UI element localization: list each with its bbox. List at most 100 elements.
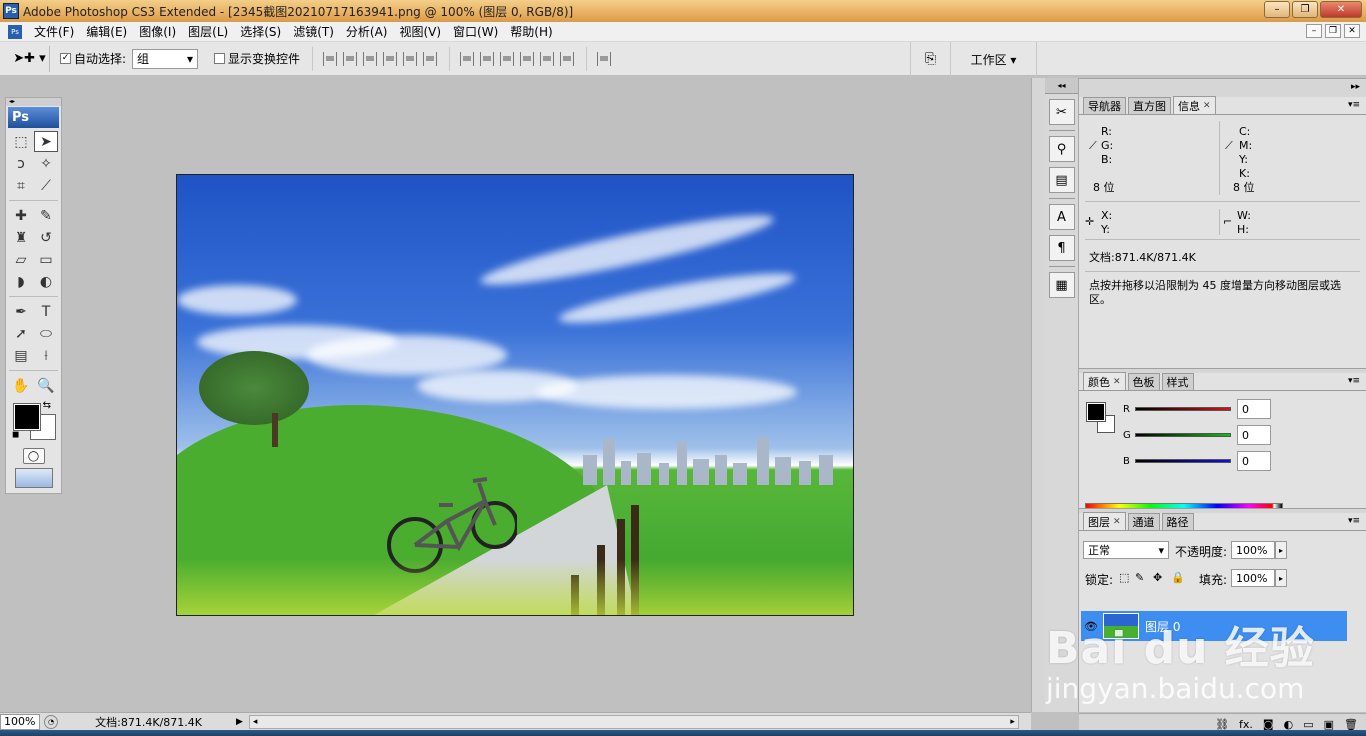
lock-transparent-icon[interactable]: ⬚ bbox=[1119, 571, 1129, 584]
history-brush-icon[interactable]: ↺ bbox=[34, 227, 58, 248]
panel-expand-icon[interactable]: ▸▸ bbox=[1351, 82, 1360, 92]
document-icon[interactable]: Ps bbox=[8, 24, 22, 39]
marquee-icon[interactable]: ⬚ bbox=[9, 131, 33, 152]
status-icon[interactable]: ◔ bbox=[44, 714, 58, 729]
fill-arrow-button[interactable]: ▸ bbox=[1275, 569, 1287, 587]
panel-menu-icon[interactable]: ▾≡ bbox=[1348, 376, 1360, 386]
paragraph-icon[interactable]: ¶ bbox=[1048, 235, 1075, 261]
tab-channels[interactable]: 通道 bbox=[1127, 513, 1160, 530]
menu-layer[interactable]: 图层(L) bbox=[182, 23, 234, 40]
layer-name[interactable]: 图层 0 bbox=[1145, 618, 1180, 635]
tab-paths[interactable]: 路径 bbox=[1161, 513, 1194, 530]
close-tab-icon[interactable]: ✕ bbox=[1113, 517, 1121, 527]
doc-close-button[interactable]: ✕ bbox=[1344, 24, 1360, 38]
menu-file[interactable]: 文件(F) bbox=[28, 23, 80, 40]
close-button[interactable]: ✕ bbox=[1320, 1, 1362, 18]
maximize-button[interactable]: ❐ bbox=[1292, 1, 1318, 18]
clone-source-icon[interactable]: ▤ bbox=[1048, 167, 1075, 193]
red-slider[interactable]: R 0 bbox=[1123, 399, 1271, 419]
tab-histogram[interactable]: 直方图 bbox=[1128, 97, 1171, 114]
close-tab-icon[interactable]: ✕ bbox=[1203, 101, 1211, 111]
distribute-top-icon[interactable] bbox=[460, 51, 475, 66]
menu-filter[interactable]: 滤镜(T) bbox=[287, 23, 340, 40]
foreground-color-swatch[interactable] bbox=[1086, 402, 1106, 422]
opacity-arrow-button[interactable]: ▸ bbox=[1275, 541, 1287, 559]
menu-window[interactable]: 窗口(W) bbox=[447, 23, 504, 40]
zoom-field[interactable]: 100% bbox=[0, 713, 40, 730]
scroll-left-icon[interactable]: ◂ bbox=[253, 717, 258, 727]
green-slider[interactable]: G 0 bbox=[1123, 425, 1271, 445]
auto-select-option[interactable]: ✓ 自动选择: bbox=[60, 50, 126, 67]
brushes-icon[interactable]: ⚲ bbox=[1048, 136, 1075, 162]
bridge-icon[interactable]: ⎘ bbox=[910, 42, 950, 76]
dock-collapse-icon[interactable]: ◂◂ bbox=[1045, 78, 1078, 94]
tab-styles[interactable]: 样式 bbox=[1161, 373, 1194, 390]
red-gradient-bar[interactable] bbox=[1135, 407, 1231, 411]
scroll-right-icon[interactable]: ▸ bbox=[1010, 717, 1015, 727]
toolbox-grip[interactable]: ◂▸ bbox=[6, 98, 61, 106]
menu-edit[interactable]: 编辑(E) bbox=[80, 23, 133, 40]
hand-icon[interactable]: ✋ bbox=[9, 375, 33, 396]
menu-analysis[interactable]: 分析(A) bbox=[340, 23, 394, 40]
distribute-vcenter-icon[interactable] bbox=[480, 51, 495, 66]
auto-align-icon[interactable] bbox=[597, 51, 612, 66]
type-icon[interactable]: T bbox=[34, 301, 58, 322]
brush-icon[interactable]: ✎ bbox=[34, 205, 58, 226]
auto-select-dropdown[interactable]: 组 ▾ bbox=[132, 48, 199, 69]
red-value-input[interactable]: 0 bbox=[1237, 399, 1271, 419]
distribute-right-icon[interactable] bbox=[560, 51, 575, 66]
auto-select-checkbox[interactable]: ✓ bbox=[60, 53, 71, 64]
status-menu-arrow-icon[interactable]: ▶ bbox=[236, 717, 243, 727]
healing-icon[interactable]: ✚ bbox=[9, 205, 33, 226]
toolbox-logo[interactable]: Ps bbox=[8, 107, 59, 128]
menu-view[interactable]: 视图(V) bbox=[393, 23, 447, 40]
show-transform-option[interactable]: 显示变换控件 bbox=[214, 50, 300, 67]
stamp-icon[interactable]: ♜ bbox=[9, 227, 33, 248]
slice-icon[interactable]: ⟋ bbox=[34, 175, 58, 196]
character-icon[interactable]: A bbox=[1048, 204, 1075, 230]
tool-presets-icon[interactable]: ✂ bbox=[1048, 99, 1075, 125]
move-icon[interactable]: ➤ bbox=[34, 131, 58, 152]
distribute-hcenter-icon[interactable] bbox=[540, 51, 555, 66]
green-value-input[interactable]: 0 bbox=[1237, 425, 1271, 445]
layer-comps-icon[interactable]: ▦ bbox=[1048, 272, 1075, 298]
tool-preset-picker[interactable]: ➤✚ ▾ bbox=[10, 45, 50, 72]
panel-menu-icon[interactable]: ▾≡ bbox=[1348, 100, 1360, 110]
canvas-vertical-scrollbar[interactable] bbox=[1031, 78, 1045, 712]
pen-icon[interactable]: ✒ bbox=[9, 301, 33, 322]
notes-icon[interactable]: ▤ bbox=[9, 345, 33, 366]
foreground-color-swatch[interactable] bbox=[13, 403, 41, 431]
show-transform-checkbox[interactable] bbox=[214, 53, 226, 64]
panel-menu-icon[interactable]: ▾≡ bbox=[1348, 516, 1360, 526]
tab-info[interactable]: 信息 ✕ bbox=[1173, 96, 1216, 114]
eye-visibility-icon[interactable]: 👁 bbox=[1081, 620, 1101, 633]
screen-mode-button[interactable] bbox=[14, 468, 53, 488]
zoom-icon[interactable]: 🔍 bbox=[34, 375, 58, 396]
distribute-bottom-icon[interactable] bbox=[500, 51, 515, 66]
blend-mode-select[interactable]: 正常 ▾ bbox=[1083, 541, 1169, 559]
menu-image[interactable]: 图像(I) bbox=[133, 23, 182, 40]
menu-help[interactable]: 帮助(H) bbox=[504, 23, 558, 40]
workspace-button[interactable]: 工作区 ▾ bbox=[950, 42, 1036, 76]
tab-layers[interactable]: 图层 ✕ bbox=[1083, 512, 1126, 530]
eyedropper-icon[interactable]: ⟊ bbox=[34, 345, 58, 366]
doc-minimize-button[interactable]: – bbox=[1306, 24, 1322, 38]
blur-icon[interactable]: ◗ bbox=[9, 271, 33, 292]
gradient-icon[interactable]: ▭ bbox=[34, 249, 58, 270]
crop-icon[interactable]: ⌗ bbox=[9, 175, 33, 196]
green-gradient-bar[interactable] bbox=[1135, 433, 1231, 437]
align-hcenter-icon[interactable] bbox=[403, 51, 418, 66]
align-bottom-icon[interactable] bbox=[363, 51, 378, 66]
lock-all-icon[interactable]: 🔒 bbox=[1171, 571, 1185, 584]
default-colors-icon[interactable]: ◼ bbox=[12, 430, 19, 440]
layer-row[interactable]: 👁 图层 0 bbox=[1081, 611, 1347, 641]
minimize-button[interactable]: – bbox=[1264, 1, 1290, 18]
blue-gradient-bar[interactable] bbox=[1135, 459, 1231, 463]
menu-select[interactable]: 选择(S) bbox=[234, 23, 287, 40]
tab-color[interactable]: 颜色 ✕ bbox=[1083, 372, 1126, 390]
distribute-left-icon[interactable] bbox=[520, 51, 535, 66]
eraser-icon[interactable]: ▱ bbox=[9, 249, 33, 270]
tab-swatches[interactable]: 色板 bbox=[1127, 373, 1160, 390]
swap-colors-icon[interactable]: ⇆ bbox=[43, 400, 51, 411]
lock-pixels-icon[interactable]: ✎ bbox=[1135, 571, 1144, 584]
